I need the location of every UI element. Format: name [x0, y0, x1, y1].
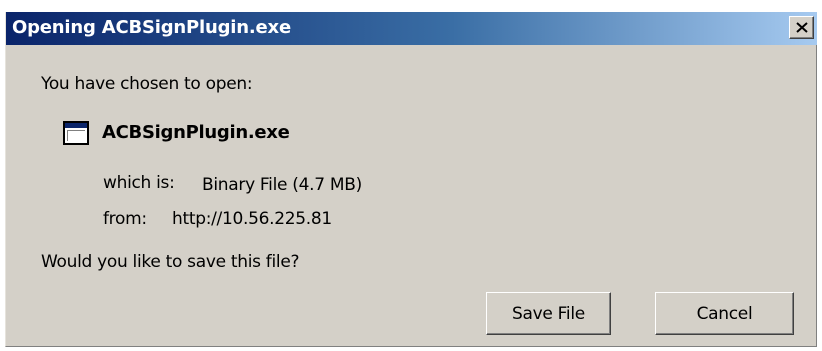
- close-icon: [796, 22, 808, 33]
- save-question: Would you like to save this file?: [41, 252, 300, 272]
- icon-frame: [67, 130, 85, 141]
- window-title: Opening ACBSignPlugin.exe: [12, 17, 291, 38]
- file-type-label: which is:: [103, 173, 175, 193]
- download-dialog: Opening ACBSignPlugin.exe You have chose…: [5, 12, 817, 347]
- source-url: http://10.56.225.81: [172, 209, 332, 229]
- source-label: from:: [103, 209, 147, 229]
- cancel-button[interactable]: Cancel: [655, 292, 794, 335]
- icon-title-bar: [65, 123, 87, 128]
- application-window-icon: [63, 121, 89, 145]
- save-file-label: Save File: [512, 303, 585, 324]
- title-bar[interactable]: Opening ACBSignPlugin.exe: [6, 12, 817, 45]
- file-name: ACBSignPlugin.exe: [102, 122, 290, 143]
- cancel-label: Cancel: [696, 303, 753, 324]
- file-type-value: Binary File (4.7 MB): [202, 175, 362, 195]
- close-button[interactable]: [789, 16, 814, 39]
- save-file-button[interactable]: Save File: [486, 292, 611, 335]
- intro-text: You have chosen to open:: [41, 74, 253, 94]
